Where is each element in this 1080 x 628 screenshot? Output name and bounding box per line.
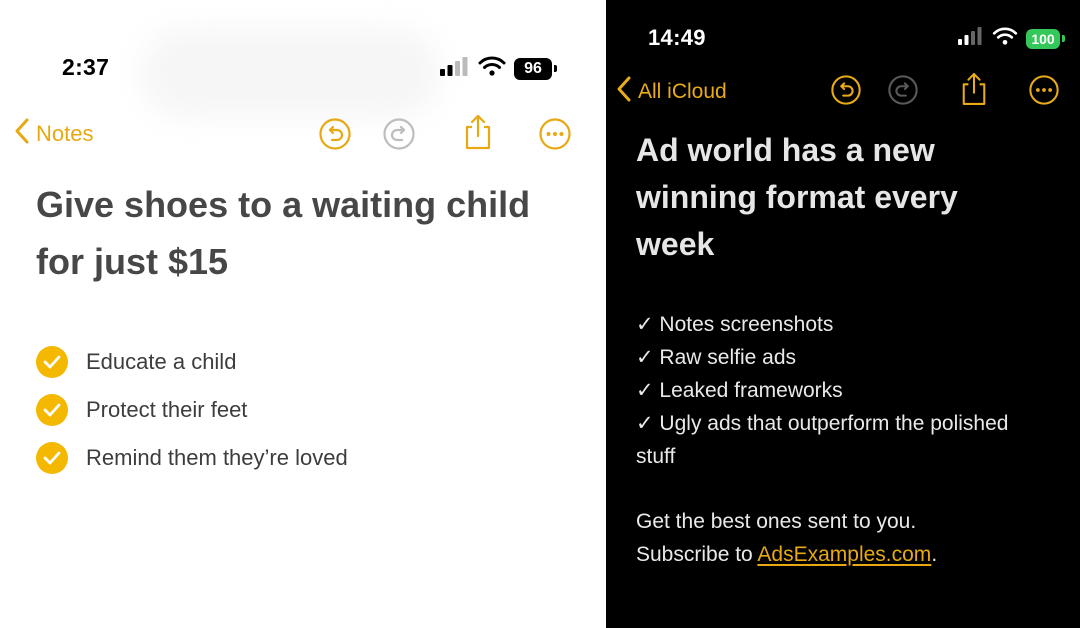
list-item: ✓ Leaked frameworks [636, 379, 843, 402]
note-title-line: Ad world has a new [636, 132, 935, 168]
checkmark-icon[interactable] [36, 346, 68, 378]
checklist-item[interactable]: Protect their feet [36, 386, 348, 434]
right-notes-screen: 14:49 100 All iCloud Ad world has a new … [606, 0, 1080, 628]
cellular-signal-icon [958, 27, 984, 50]
blurred-area [140, 28, 440, 118]
status-time: 14:49 [648, 25, 706, 50]
footer-suffix: . [931, 543, 938, 566]
checklist-item[interactable]: Remind them they’re loved [36, 434, 348, 482]
footer-line: Get the best ones sent to you. [636, 510, 917, 533]
share-icon [463, 113, 493, 151]
battery-icon: 100 [1026, 28, 1065, 49]
footer-line: Subscribe to AdsExamples.com. [636, 538, 1056, 571]
list-item: stuff [636, 445, 676, 468]
redo-button[interactable] [887, 74, 919, 106]
more-icon [538, 117, 572, 151]
wifi-icon [992, 27, 1018, 50]
chevron-left-icon [616, 76, 632, 108]
battery-level: 96 [524, 59, 542, 77]
battery-icon: 96 [514, 57, 557, 80]
list-item: ✓ Raw selfie ads [636, 346, 796, 369]
undo-icon [318, 117, 352, 151]
note-footer: Get the best ones sent to you. Subscribe… [636, 505, 1056, 571]
status-icons: 96 [440, 56, 557, 81]
more-icon [1028, 74, 1060, 106]
checklist-item-text: Remind them they’re loved [86, 445, 348, 470]
battery-level: 100 [1031, 30, 1055, 47]
note-title-line: for just $15 [36, 241, 229, 282]
note-list: ✓ Notes screenshots ✓ Raw selfie ads ✓ L… [636, 308, 1056, 473]
checkmark-icon[interactable] [36, 442, 68, 474]
undo-button[interactable] [830, 74, 862, 106]
subscribe-link[interactable]: AdsExamples.com [757, 543, 931, 566]
checklist: Educate a child Protect their feet Remin… [36, 338, 348, 482]
footer-prefix: Subscribe to [636, 543, 758, 566]
share-icon [960, 71, 988, 107]
checklist-item-text: Educate a child [86, 349, 237, 374]
left-notes-screen: 2:37 96 Notes Give shoes to a waiting ch… [0, 0, 606, 628]
note-title: Give shoes to a waiting child for just $… [36, 176, 596, 290]
note-title-line: Give shoes to a waiting child [36, 184, 531, 225]
checkmark-icon[interactable] [36, 394, 68, 426]
share-button[interactable] [463, 113, 493, 151]
more-button[interactable] [538, 117, 572, 151]
redo-icon [382, 117, 416, 151]
back-label: Notes [36, 121, 94, 146]
redo-icon [887, 74, 919, 106]
share-button[interactable] [960, 71, 988, 107]
undo-button[interactable] [318, 117, 352, 151]
more-button[interactable] [1028, 74, 1060, 106]
back-button[interactable]: Notes [14, 118, 93, 150]
note-title-line: winning format every [636, 179, 958, 215]
list-item: ✓ Ugly ads that outperform the polished [636, 412, 1009, 435]
checklist-item-text: Protect their feet [86, 397, 248, 422]
list-item: ✓ Notes screenshots [636, 313, 834, 336]
back-label: All iCloud [638, 80, 727, 103]
back-button[interactable]: All iCloud [616, 76, 727, 108]
wifi-icon [478, 56, 506, 81]
status-icons: 100 [958, 27, 1065, 50]
checklist-item[interactable]: Educate a child [36, 338, 348, 386]
redo-button[interactable] [382, 117, 416, 151]
note-title: Ad world has a new winning format every … [636, 127, 1056, 268]
note-title-line: week [636, 226, 715, 262]
status-time: 2:37 [62, 54, 110, 80]
cellular-signal-icon [440, 56, 470, 81]
chevron-left-icon [14, 118, 30, 150]
undo-icon [830, 74, 862, 106]
